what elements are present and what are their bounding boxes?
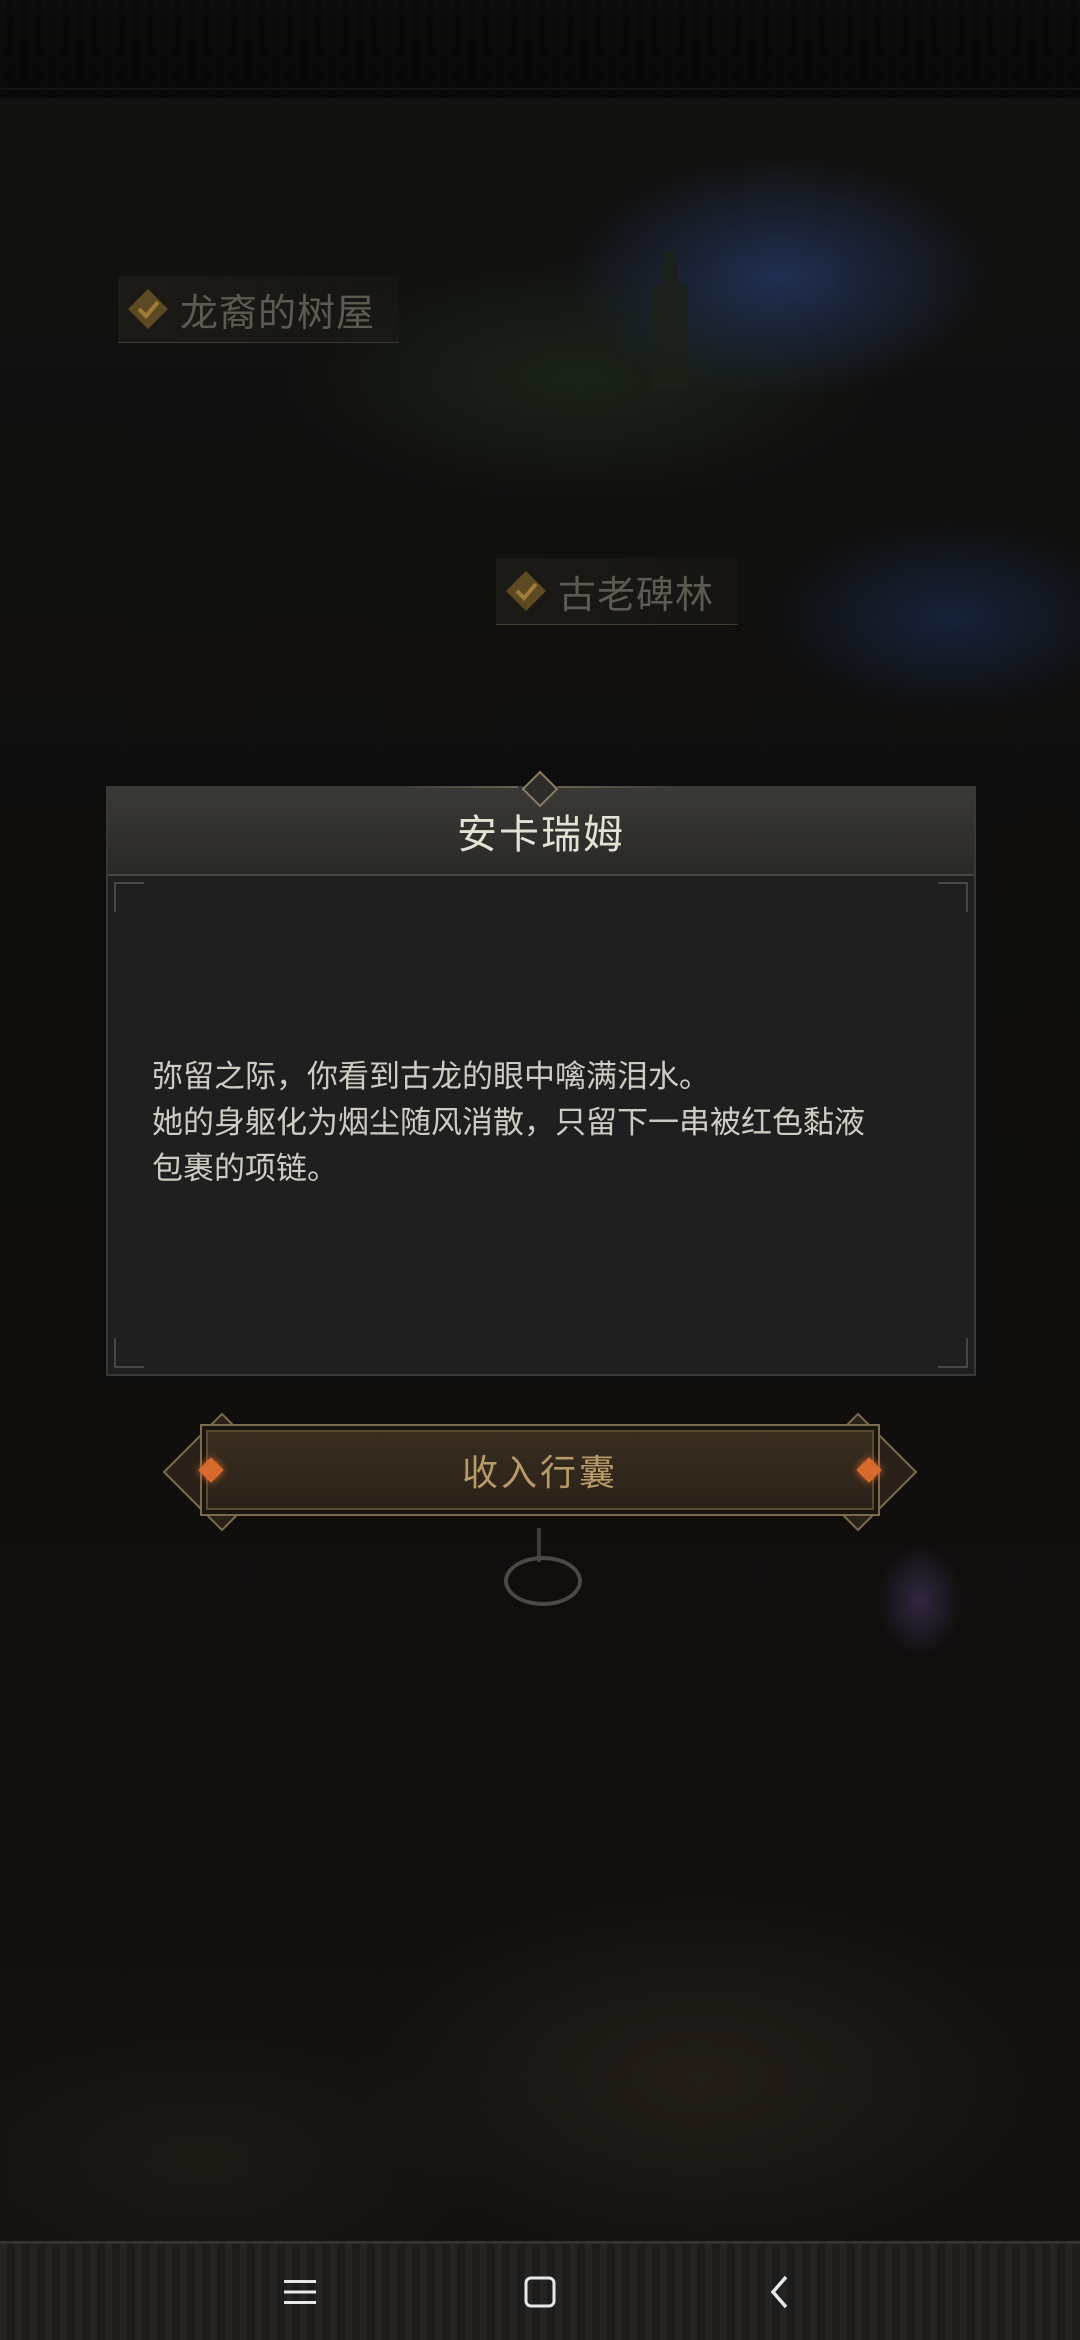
dialog-body-line: 她的身躯化为烟尘随风消散，只留下一串被红色黏液 <box>152 1105 865 1141</box>
dialog-header: 安卡瑞姆 <box>108 770 974 876</box>
game-screen: 龙裔的树屋 古老碑林 安卡瑞姆 弥留之际，你看到古龙的眼中噙满泪水。 她的身躯化… <box>0 0 1080 2340</box>
corner-ornament <box>114 882 144 912</box>
corner-ornament <box>938 882 968 912</box>
top-ornamental-frame <box>0 0 1080 101</box>
dragon-figure <box>830 1480 1010 1700</box>
map-location-ancient-steles[interactable]: 古老碑林 <box>496 558 739 625</box>
corner-ornament <box>114 1338 144 1368</box>
map-location-treehouse[interactable]: 龙裔的树屋 <box>118 276 400 343</box>
corner-ornament <box>938 1338 968 1368</box>
dialog-title: 安卡瑞姆 <box>457 812 625 858</box>
checkmark-icon <box>506 571 546 611</box>
dialog-body-line: 包裹的项链。 <box>152 1151 338 1187</box>
header-ornament-line <box>398 786 518 788</box>
header-ornament-line <box>558 786 678 788</box>
map-location-label: 古老碑林 <box>558 572 715 617</box>
system-navigation-bar <box>0 2244 1080 2340</box>
stow-button-label: 收入行囊 <box>461 1453 618 1494</box>
event-dialog: 安卡瑞姆 弥留之际，你看到古龙的眼中噙满泪水。 她的身躯化为烟尘随风消散，只留下… <box>106 770 976 1376</box>
map-location-label: 龙裔的树屋 <box>180 290 376 335</box>
home-square-icon[interactable] <box>500 2252 580 2332</box>
back-chevron-icon[interactable] <box>740 2252 820 2332</box>
map-marker-ring <box>504 1556 582 1606</box>
dialog-body-line: 弥留之际，你看到古龙的眼中噙满泪水。 <box>152 1059 710 1095</box>
dialog-body-text: 弥留之际，你看到古龙的眼中噙满泪水。 她的身躯化为烟尘随风消散，只留下一串被红色… <box>152 1054 934 1192</box>
checkmark-icon <box>128 289 168 329</box>
stow-in-bag-button[interactable]: 收入行囊 <box>162 1412 918 1532</box>
menu-icon[interactable] <box>260 2252 340 2332</box>
